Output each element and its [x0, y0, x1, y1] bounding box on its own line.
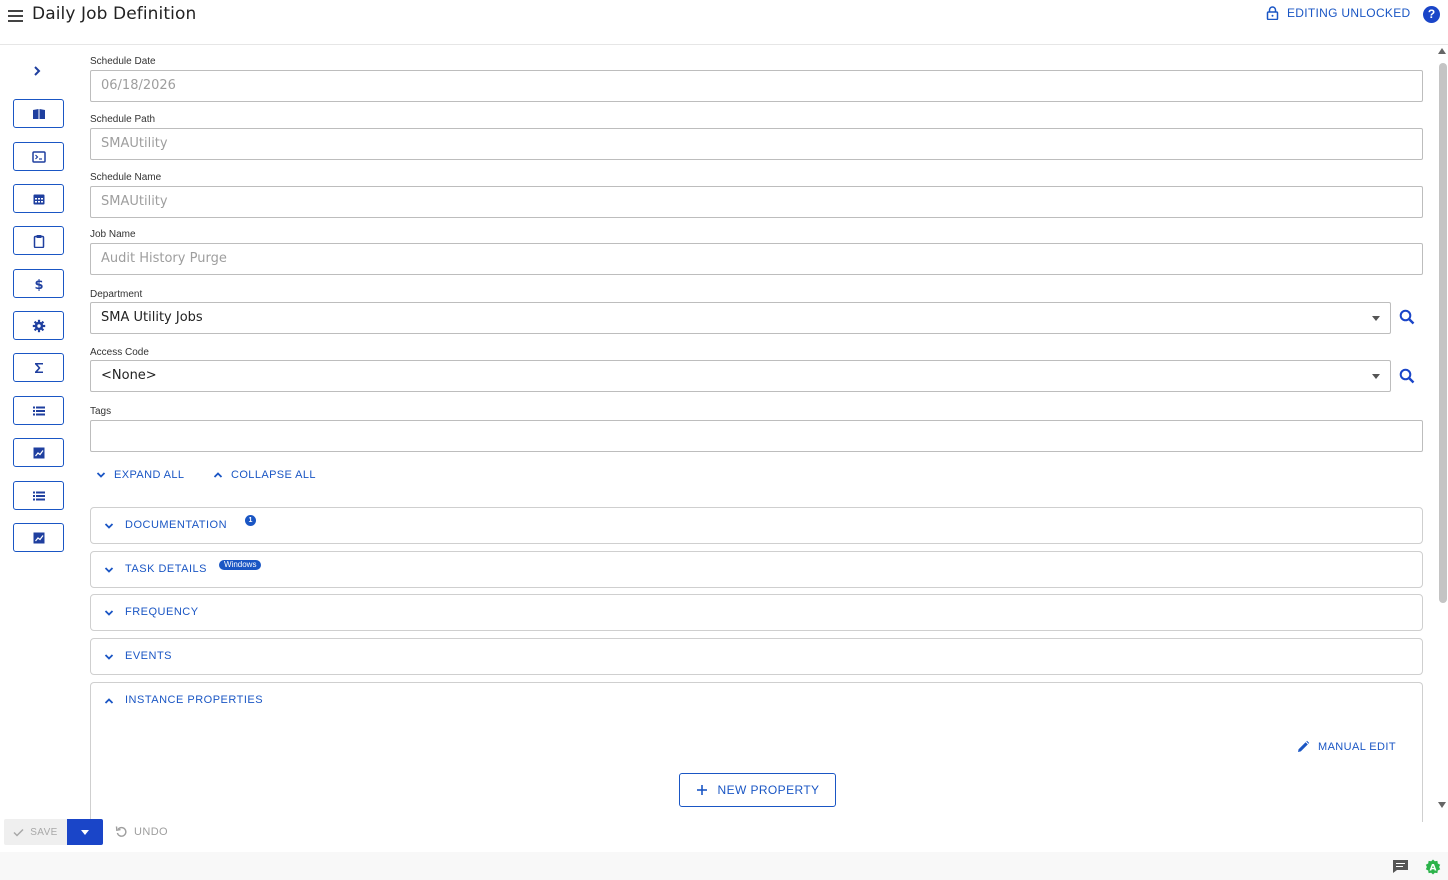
svg-text:A: A: [1430, 863, 1437, 873]
chevron-down-icon: [104, 610, 114, 616]
sigma-icon: [34, 362, 43, 373]
undo-icon: [115, 826, 127, 837]
manual-edit-button[interactable]: MANUAL EDIT: [1296, 740, 1396, 754]
list-icon: [32, 491, 45, 500]
tags-input[interactable]: [90, 420, 1423, 452]
chart-icon: [33, 532, 44, 543]
clipboard-icon: [33, 234, 44, 248]
chevron-down-icon: [104, 654, 114, 660]
frequency-panel-header[interactable]: FREQUENCY: [90, 594, 1423, 631]
rail-cost-button[interactable]: $: [13, 269, 64, 298]
plus-icon: [696, 785, 707, 795]
schedule-path-label: Schedule Path: [90, 114, 156, 125]
chevron-up-icon[interactable]: [104, 696, 114, 706]
department-search-icon[interactable]: [1398, 308, 1416, 326]
dollar-icon: $: [34, 278, 43, 291]
schedule-date-field[interactable]: 06/18/2026: [90, 70, 1423, 102]
schedule-name-label: Schedule Name: [90, 172, 162, 183]
lock-open-icon: [1266, 6, 1279, 20]
footer-bar: A: [0, 852, 1448, 880]
save-button[interactable]: SAVE: [4, 819, 67, 845]
rail-clipboard-button[interactable]: [13, 226, 64, 255]
save-options-dropdown-button[interactable]: [67, 819, 103, 845]
save-label: SAVE: [30, 826, 58, 838]
app-status-icon[interactable]: A: [1425, 859, 1441, 875]
gear-icon: [32, 319, 45, 332]
expand-all-button[interactable]: EXPAND ALL: [96, 469, 184, 481]
rail-chart-button-2[interactable]: [13, 523, 64, 552]
caret-down-icon: [81, 830, 89, 835]
instance-properties-panel: INSTANCE PROPERTIES MANUAL EDIT NEW PROP…: [90, 682, 1423, 822]
access-code-label: Access Code: [90, 347, 149, 358]
department-value: SMA Utility Jobs: [101, 310, 203, 325]
windows-os-badge: Windows: [219, 560, 262, 570]
rail-expand-chevron-icon[interactable]: [30, 64, 46, 80]
expand-all-label: EXPAND ALL: [114, 469, 185, 481]
department-select[interactable]: SMA Utility Jobs: [90, 302, 1391, 334]
chevron-down-icon: [104, 567, 114, 573]
rail-list-button-2[interactable]: [13, 481, 64, 510]
chat-icon[interactable]: [1392, 859, 1409, 874]
tags-label: Tags: [90, 406, 112, 417]
rail-settings-button[interactable]: [13, 311, 64, 340]
new-property-label: NEW PROPERTY: [717, 783, 820, 797]
check-icon: [13, 828, 24, 837]
undo-label: UNDO: [134, 825, 168, 838]
rail-documentation-button[interactable]: [13, 99, 64, 128]
pencil-icon: [1298, 740, 1310, 752]
vertical-scrollbar-thumb[interactable]: [1439, 63, 1447, 603]
documentation-panel-header[interactable]: DOCUMENTATION 1: [90, 507, 1423, 544]
chevron-up-icon: [213, 472, 223, 478]
calendar-icon: [33, 194, 44, 204]
task-details-panel-header[interactable]: TASK DETAILS Windows: [90, 551, 1423, 588]
schedule-name-field[interactable]: SMAUtility: [90, 186, 1423, 218]
schedule-date-label: Schedule Date: [90, 56, 156, 67]
top-bar: Daily Job Definition EDITING UNLOCKED ?: [0, 0, 1448, 45]
editing-lock-toggle[interactable]: EDITING UNLOCKED: [1266, 6, 1410, 20]
dropdown-caret-icon: [1372, 316, 1380, 321]
rail-list-button[interactable]: [13, 396, 64, 425]
access-code-value: <None>: [101, 368, 157, 383]
events-panel-title: EVENTS: [125, 650, 173, 662]
scroll-up-arrow-icon[interactable]: [1438, 48, 1446, 54]
rail-calendar-button[interactable]: [13, 184, 64, 213]
events-panel-header[interactable]: EVENTS: [90, 638, 1423, 675]
documentation-count-badge: 1: [245, 515, 256, 526]
chevron-down-icon: [96, 472, 106, 478]
help-icon[interactable]: ?: [1423, 6, 1440, 23]
collapse-all-label: COLLAPSE ALL: [231, 469, 316, 481]
page-title: Daily Job Definition: [32, 4, 197, 24]
schedule-path-field[interactable]: SMAUtility: [90, 128, 1423, 160]
rail-task-button[interactable]: [13, 142, 64, 171]
documentation-panel-title: DOCUMENTATION: [125, 519, 228, 531]
lock-status-label: EDITING UNLOCKED: [1287, 6, 1411, 20]
job-name-label: Job Name: [90, 229, 136, 240]
list-icon: [32, 406, 45, 415]
new-property-button[interactable]: NEW PROPERTY: [679, 773, 836, 807]
task-details-panel-title: TASK DETAILS: [125, 563, 208, 575]
chart-icon: [33, 447, 44, 458]
hamburger-menu-icon[interactable]: [8, 7, 24, 23]
access-code-select[interactable]: <None>: [90, 360, 1391, 392]
svg-text:$: $: [34, 278, 43, 291]
scroll-down-arrow-icon[interactable]: [1438, 802, 1446, 808]
rail-summary-button[interactable]: [13, 353, 64, 382]
terminal-icon: [31, 150, 46, 163]
book-icon: [32, 108, 45, 119]
job-name-field[interactable]: Audit History Purge: [90, 243, 1423, 275]
department-label: Department: [90, 289, 143, 300]
collapse-all-button[interactable]: COLLAPSE ALL: [213, 469, 316, 481]
chevron-down-icon: [104, 523, 114, 529]
frequency-panel-title: FREQUENCY: [125, 606, 199, 618]
dropdown-caret-icon: [1372, 374, 1380, 379]
rail-chart-button[interactable]: [13, 438, 64, 467]
manual-edit-label: MANUAL EDIT: [1318, 741, 1396, 753]
undo-button[interactable]: UNDO: [115, 825, 168, 838]
access-code-search-icon[interactable]: [1398, 367, 1416, 385]
instance-properties-panel-title[interactable]: INSTANCE PROPERTIES: [125, 694, 263, 706]
